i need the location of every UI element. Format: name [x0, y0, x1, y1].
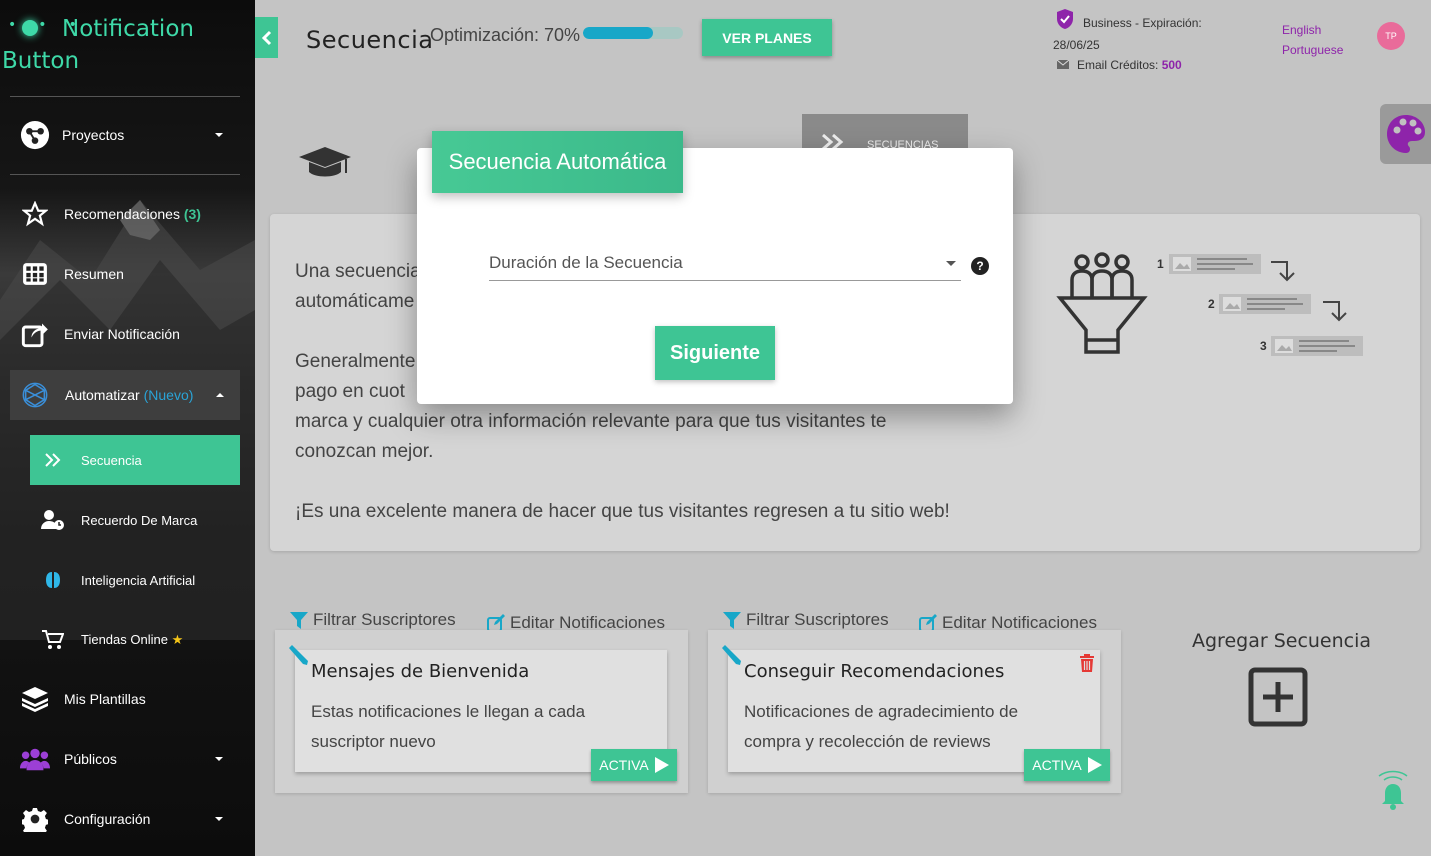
automatizar-text: Automatizar — [65, 387, 140, 403]
brand-logo[interactable]: ••• Notification Button — [0, 8, 255, 88]
chevron-up-icon — [216, 393, 224, 397]
sidebar-label-automatizar: Automatizar (Nuevo) — [65, 387, 193, 403]
brand-line1: Notification — [62, 16, 194, 42]
help-icon[interactable]: ? — [971, 257, 989, 275]
projects-icon — [20, 120, 50, 150]
siguiente-button[interactable]: Siguiente — [655, 326, 775, 380]
grid-icon — [20, 259, 50, 289]
sidebar-item-proyectos[interactable]: Proyectos — [0, 110, 255, 160]
recomendaciones-count: (3) — [183, 206, 201, 222]
sidebar-item-tiendas[interactable]: Tiendas Online ★ — [30, 615, 240, 665]
chevron-down-icon — [946, 261, 956, 266]
sidebar-item-automatizar[interactable]: Automatizar (Nuevo) — [10, 370, 240, 420]
sidebar-item-plantillas[interactable]: Mis Plantillas — [0, 674, 255, 724]
sidebar-label-configuracion: Configuración — [64, 811, 151, 827]
sidebar-label-recomendaciones: Recomendaciones (3) — [64, 206, 201, 222]
sidebar-label-ia: Inteligencia Artificial — [81, 572, 196, 588]
sidebar-item-recomendaciones[interactable]: Recomendaciones (3) — [0, 189, 255, 239]
share-icon — [20, 319, 50, 349]
sidebar-label-plantillas: Mis Plantillas — [64, 691, 146, 707]
sidebar-label-secuencia: Secuencia — [81, 452, 142, 468]
recomendaciones-text: Recomendaciones — [64, 206, 180, 222]
brand-line2: Button — [2, 48, 80, 74]
automatizar-badge: (Nuevo) — [143, 387, 194, 403]
sidebar-label-resumen: Resumen — [64, 266, 124, 282]
users-icon — [20, 744, 50, 774]
network-globe-icon — [20, 380, 50, 410]
sidebar-item-enviar[interactable]: Enviar Notificación — [0, 309, 255, 359]
brain-icon — [40, 567, 66, 593]
sequence-duration-placeholder: Duración de la Secuencia — [489, 253, 683, 272]
sidebar-label-proyectos: Proyectos — [62, 127, 125, 143]
chevron-down-icon — [215, 817, 223, 821]
modal-overlay — [255, 0, 1431, 856]
sidebar-item-secuencia[interactable]: Secuencia — [30, 435, 240, 485]
sidebar-label-publicos: Públicos — [64, 751, 117, 767]
star-filled-icon: ★ — [171, 632, 184, 647]
double-chevron-right-icon — [40, 447, 66, 473]
star-icon — [20, 199, 50, 229]
gear-icon — [20, 804, 50, 834]
cart-icon — [40, 627, 66, 653]
user-clock-icon — [40, 507, 66, 533]
sequence-modal: Secuencia Automática Duración de la Secu… — [417, 131, 1013, 404]
sidebar-label-recuerdo: Recuerdo De Marca — [81, 512, 198, 528]
layers-icon — [20, 684, 50, 714]
divider — [10, 174, 240, 175]
sidebar: ••• Notification Button Proyectos Recome… — [0, 0, 255, 856]
sidebar-label-tiendas: Tiendas Online ★ — [81, 632, 183, 648]
chevron-down-icon — [215, 133, 223, 137]
sequence-duration-select[interactable]: Duración de la Secuencia — [489, 248, 961, 281]
modal-title: Secuencia Automática — [432, 131, 683, 193]
logo-glow-icon — [22, 20, 38, 36]
sidebar-item-resumen[interactable]: Resumen — [0, 249, 255, 299]
sidebar-label-enviar: Enviar Notificación — [64, 326, 180, 342]
sidebar-item-ia[interactable]: Inteligencia Artificial — [30, 555, 240, 605]
sidebar-item-recuerdo[interactable]: Recuerdo De Marca — [30, 495, 240, 545]
sidebar-item-publicos[interactable]: Públicos — [0, 734, 255, 784]
chevron-down-icon — [215, 757, 223, 761]
divider — [10, 96, 240, 97]
sidebar-item-configuracion[interactable]: Configuración — [0, 794, 255, 844]
tiendas-text: Tiendas Online — [81, 632, 168, 647]
